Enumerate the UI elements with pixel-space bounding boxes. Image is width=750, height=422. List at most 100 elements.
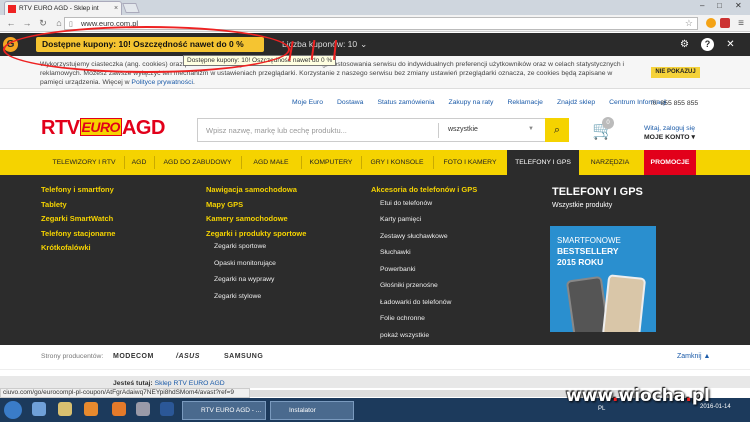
my-account-label: MOJE KONTO ▾ [644, 134, 695, 141]
explorer-icon[interactable] [58, 402, 72, 416]
close-bar-icon[interactable]: ✕ [724, 38, 737, 51]
menu-item[interactable]: Tablety [41, 200, 115, 215]
cat-agd-zabudowy[interactable]: AGD DO ZABUDOWY [154, 150, 241, 175]
word-icon[interactable] [160, 402, 174, 416]
new-tab-button[interactable] [122, 3, 140, 13]
browser-tab-bar: RTV EURO AGD - Sklep int × – □ ✕ [0, 0, 750, 15]
brand-logo[interactable]: MODECOM [113, 353, 154, 360]
menu-subitem[interactable]: Opaski monitorujące [206, 260, 306, 277]
promo-all-products[interactable]: Wszystkie produkty [552, 202, 612, 209]
brand-logo[interactable]: /ASUS [176, 353, 200, 360]
reload-icon[interactable]: ↻ [38, 18, 48, 29]
menu-subitem[interactable]: Słuchawki [371, 249, 477, 266]
menu-item[interactable]: Telefony stacjonarne [41, 229, 115, 244]
cat-agd-male[interactable]: AGD MAŁE [241, 150, 301, 175]
gear-icon[interactable]: ⚙ [678, 38, 691, 51]
link-reklamacje[interactable]: Reklamacje [507, 99, 543, 106]
menu-subitem[interactable]: Etui do telefonów [371, 200, 477, 217]
menu-item[interactable]: Nawigacja samochodowa [206, 185, 306, 200]
menu-item[interactable]: Zegarki i produkty sportowe [206, 229, 306, 244]
forward-icon[interactable]: → [22, 18, 32, 28]
menu-subitem[interactable]: Zegarki na wyprawy [206, 276, 306, 293]
tab-title: RTV EURO AGD - Sklep int [19, 5, 99, 12]
menu-subitem[interactable]: Głośniki przenośne [371, 282, 477, 299]
menu-subitem[interactable]: Folie ochronne [371, 315, 477, 332]
menu-subitem[interactable]: Zestawy słuchawkowe [371, 233, 477, 250]
menu-item[interactable]: Kamery samochodowe [206, 214, 306, 229]
language-indicator[interactable]: PL [598, 406, 605, 412]
menu-subitem[interactable]: Ładowarki do telefonów [371, 299, 477, 316]
link-znajdz-sklep[interactable]: Znajdź sklep [557, 99, 595, 106]
cat-foto-kamery[interactable]: FOTO I KAMERY [433, 150, 507, 175]
extension-coupon-icon[interactable] [706, 18, 716, 28]
search-category-select[interactable]: wszystkie [448, 126, 478, 133]
close-window-icon[interactable]: ✕ [735, 1, 742, 10]
menu-subitem[interactable]: Karty pamięci [371, 216, 477, 233]
back-icon[interactable]: ← [6, 18, 16, 28]
search-box: Wpisz nazwę, markę lub cechę produktu...… [197, 118, 569, 142]
menu-item[interactable]: Krótkofalówki [41, 243, 115, 258]
menu-item[interactable]: Akcesoria do telefonów i GPS [371, 185, 477, 200]
browser-menu-icon[interactable]: ≡ [738, 18, 744, 29]
link-raty[interactable]: Zakupy na raty [448, 99, 493, 106]
extension-adblock-icon[interactable] [720, 18, 730, 28]
promo-banner[interactable]: SMARTFONOWE BESTSELLERY 2015 ROKU [550, 226, 656, 332]
phone-number: ☏ 855 855 855 [650, 99, 698, 107]
watermark-name: wiocha [618, 386, 686, 406]
category-nav: TELEWIZORY I RTV AGD AGD DO ZABUDOWY AGD… [0, 150, 750, 175]
search-input[interactable]: Wpisz nazwę, markę lub cechę produktu... [206, 126, 347, 135]
privacy-policy-link[interactable]: Polityce prywatności [131, 79, 193, 86]
minimize-icon[interactable]: – [700, 1, 704, 10]
app-icon[interactable] [136, 402, 150, 416]
logo-agd: AGD [121, 117, 165, 139]
cat-narzedzia[interactable]: NARZĘDZIA [579, 150, 641, 175]
media-player-icon[interactable] [84, 402, 98, 416]
brand-logo[interactable]: SAMSUNG [224, 353, 263, 360]
cat-promocje[interactable]: PROMOCJE [644, 150, 696, 175]
cat-gry-konsole[interactable]: GRY I KONSOLE [361, 150, 433, 175]
banner-line: 2015 ROKU [557, 257, 604, 267]
maximize-icon[interactable]: □ [717, 1, 722, 10]
taskbar-chrome[interactable]: RTV EURO AGD - ... [182, 401, 266, 420]
breadcrumb: Jesteś tutaj: Sklep RTV EURO AGD [113, 380, 225, 387]
cookie-dismiss-button[interactable]: NIE POKAZUJ [651, 67, 700, 78]
taskbar-installer[interactable]: Instalator [270, 401, 354, 420]
cat-telefony-gps[interactable]: TELEFONY I GPS [507, 150, 579, 175]
login-link[interactable]: Witaj, zaloguj się [644, 124, 695, 133]
tab-close-icon[interactable]: × [114, 5, 118, 12]
cat-telewizory[interactable]: TELEWIZORY I RTV [44, 150, 124, 175]
annotation-oval [3, 26, 290, 73]
start-button-icon[interactable] [4, 401, 22, 419]
top-links: Moje Euro Dostawa Status zamówienia Zaku… [292, 99, 667, 106]
home-icon[interactable]: ⌂ [54, 18, 64, 28]
phone-icon: ☏ [650, 100, 661, 107]
menu-item[interactable]: Mapy GPS [206, 200, 306, 215]
breadcrumb-label: Jesteś tutaj: [113, 380, 153, 387]
cat-komputery[interactable]: KOMPUTERY [301, 150, 361, 175]
account-menu[interactable]: Witaj, zaloguj się MOJE KONTO ▾ [644, 124, 695, 142]
cat-agd[interactable]: AGD [124, 150, 154, 175]
menu-subitem[interactable]: Zegarki sportowe [206, 243, 306, 260]
promo-title[interactable]: TELEFONY I GPS [552, 186, 643, 198]
bookmark-star-icon[interactable]: ☆ [685, 18, 693, 29]
menu-subitem[interactable]: Zegarki stylowe [206, 293, 306, 310]
link-status[interactable]: Status zamówienia [377, 99, 434, 106]
menu-item[interactable]: Zegarki SmartWatch [41, 214, 115, 229]
menu-subitem[interactable]: Powerbanki [371, 266, 477, 283]
site-logo[interactable]: RTV EURO AGD [41, 117, 165, 140]
close-menu-link[interactable]: Zamknij ▲ [677, 353, 710, 360]
link-dostawa[interactable]: Dostawa [337, 99, 363, 106]
coupon-count-dropdown[interactable]: Liczba kuponów: 10 ⌄ [282, 39, 367, 50]
breadcrumb-link[interactable]: Sklep RTV EURO AGD [155, 380, 225, 387]
search-button[interactable]: ⌕ [545, 118, 569, 142]
firefox-icon[interactable] [112, 402, 126, 416]
browser-tab[interactable]: RTV EURO AGD - Sklep int × [4, 1, 122, 15]
cart-count-badge: 0 [602, 117, 614, 129]
favicon-icon [8, 4, 16, 13]
link-moje-euro[interactable]: Moje Euro [292, 99, 323, 106]
phone-text: 855 855 855 [660, 100, 699, 107]
menu-column-gps: Nawigacja samochodowa Mapy GPS Kamery sa… [206, 185, 306, 309]
ie-icon[interactable] [32, 402, 46, 416]
help-icon[interactable]: ? [701, 38, 714, 51]
menu-item[interactable]: Telefony i smartfony [41, 185, 115, 200]
